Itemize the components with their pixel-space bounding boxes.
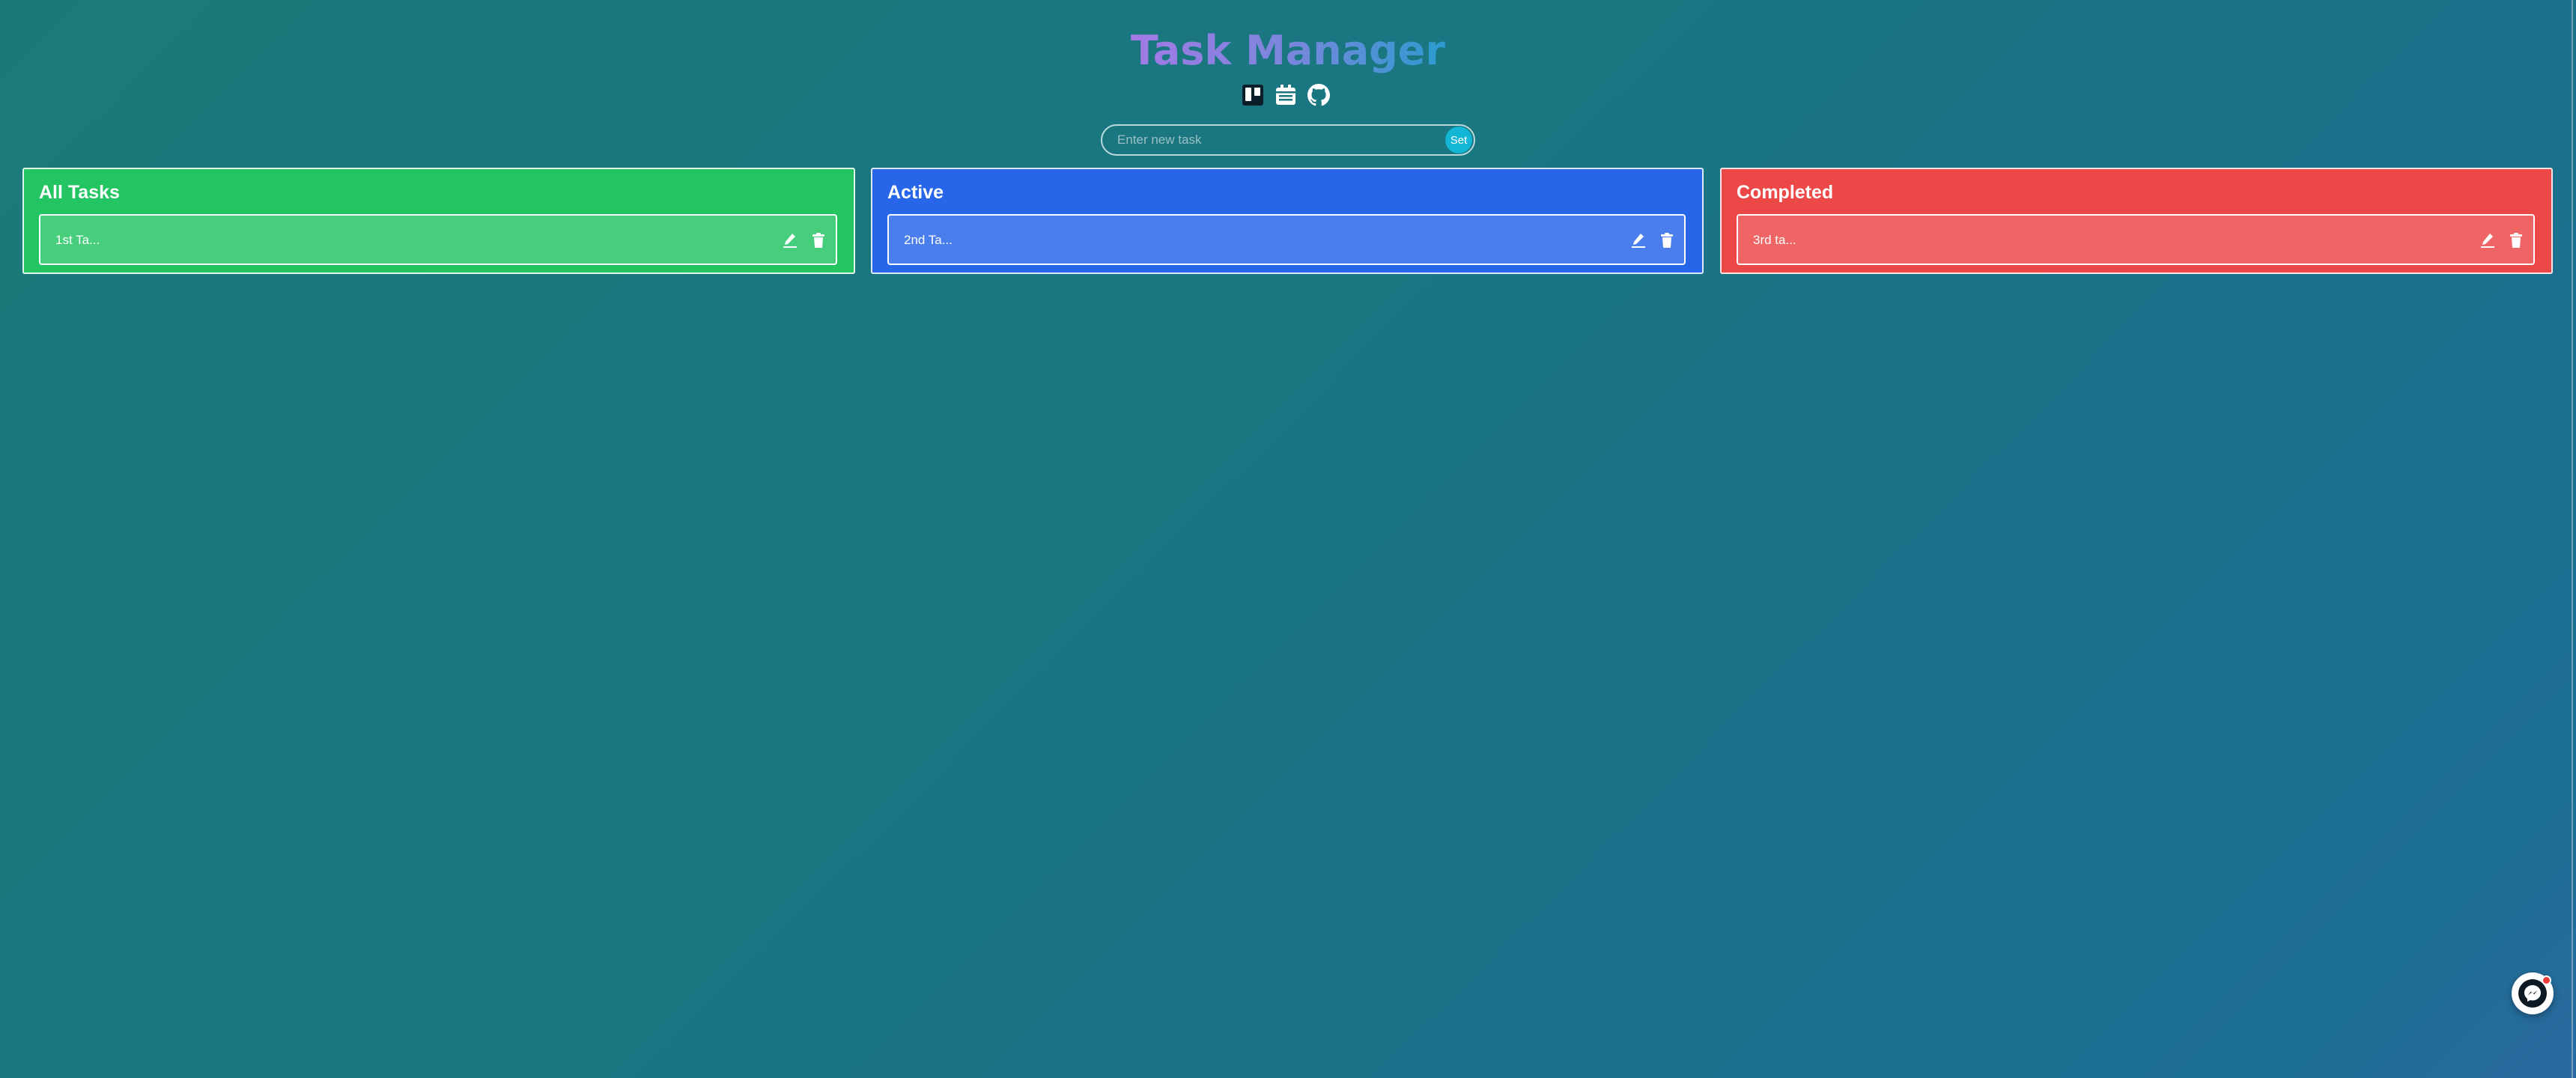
task-card[interactable]: 1st Ta... <box>39 214 837 265</box>
scrollbar[interactable] <box>2572 0 2573 1078</box>
column-active: Active 2nd Ta... <box>871 168 1704 274</box>
page-title: Task Manager <box>0 28 2576 73</box>
task-text: 1st Ta... <box>55 233 100 247</box>
task-card[interactable]: 3rd ta... <box>1737 214 2535 265</box>
column-completed: Completed 3rd ta... <box>1720 168 2553 274</box>
calendar-icon[interactable] <box>1273 82 1298 108</box>
page-title-text: Task Manager <box>1130 27 1446 74</box>
chat-widget-button[interactable] <box>2512 972 2554 1014</box>
edit-icon[interactable] <box>1627 230 1650 251</box>
trash-icon[interactable] <box>2505 230 2527 251</box>
edit-icon[interactable] <box>779 230 801 251</box>
new-task-input[interactable] <box>1117 127 1445 153</box>
notification-badge <box>2542 975 2551 985</box>
column-all-tasks: All Tasks 1st Ta... <box>22 168 855 274</box>
column-title: Active <box>887 182 944 203</box>
task-actions <box>2476 230 2527 251</box>
trash-icon[interactable] <box>1656 230 1678 251</box>
task-text: 3rd ta... <box>1753 233 1796 247</box>
trash-icon[interactable] <box>807 230 830 251</box>
column-title: All Tasks <box>39 182 120 203</box>
task-card[interactable]: 2nd Ta... <box>887 214 1686 265</box>
set-task-button[interactable]: Set <box>1445 127 1472 153</box>
header-icon-row <box>1240 82 1336 109</box>
task-text: 2nd Ta... <box>904 233 953 247</box>
new-task-form: Set <box>1101 124 1475 156</box>
column-title: Completed <box>1737 182 1834 203</box>
task-actions <box>779 230 830 251</box>
edit-icon[interactable] <box>2476 230 2499 251</box>
task-actions <box>1627 230 1678 251</box>
github-icon[interactable] <box>1306 82 1331 108</box>
kanban-board-icon[interactable] <box>1240 82 1266 108</box>
